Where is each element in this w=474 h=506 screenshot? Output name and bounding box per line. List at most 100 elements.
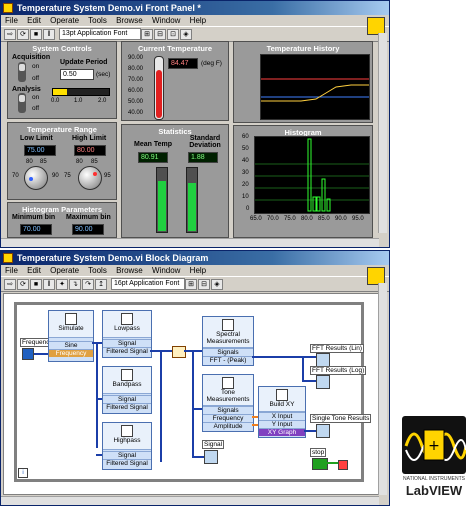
bd-pause-icon[interactable]: ‖ [43,279,55,290]
buildxy-title: Build XY [269,401,295,408]
bd-menu-browse[interactable]: Browse [116,266,143,275]
font-select[interactable]: 13pt Application Font [59,28,141,40]
distribute-icon[interactable]: ⊟ [154,29,166,40]
low-limit-knob[interactable] [24,166,48,190]
step-over-icon[interactable]: ↷ [82,279,94,290]
histogram-plot[interactable] [254,136,370,214]
block-diagram-horizontal-scrollbar[interactable] [1,496,379,505]
diagram-canvas[interactable]: Frequency Simulate Sine Frequency Lowpas… [3,293,379,495]
hist-ytick-20: 20 [242,182,249,188]
block-diagram-window: Temperature System Demo.vi Block Diagram… [0,250,390,506]
menu-browse[interactable]: Browse [116,16,143,25]
thermo-tick-40: 40.00 [128,110,144,116]
hist-ytick-50: 50 [242,146,249,152]
hist-xtick-65: 65.0 [250,216,262,222]
update-slider[interactable] [52,88,110,96]
acquisition-toggle[interactable] [18,62,26,82]
loop-condition-icon[interactable] [338,460,348,470]
bd-menu-tools[interactable]: Tools [88,266,107,275]
bd-abort-icon[interactable]: ■ [30,279,42,290]
hist-xtick-95: 95.0 [352,216,364,222]
highlight-execution-icon[interactable]: ✦ [56,279,68,290]
mean-temp-gauge-fill [158,181,166,231]
block-diagram-vertical-scrollbar[interactable] [378,283,387,495]
bd-reorder-icon[interactable]: ◈ [211,279,223,290]
fft-log-graph-icon[interactable] [316,375,330,389]
highpass-filter-vi[interactable]: Highpass Signal Filtered Signal [102,422,152,470]
pause-icon[interactable]: ‖ [43,29,55,40]
high-limit-input[interactable]: 80.00 [74,145,106,156]
low-limit-input[interactable]: 75.00 [24,145,56,156]
signal-graph-icon[interactable] [204,450,218,464]
hist-ytick-10: 10 [242,194,249,200]
resize-icon[interactable]: ⊡ [167,29,179,40]
svg-text:+: + [428,438,440,454]
single-tone-graph-icon[interactable] [316,424,330,438]
bd-run-arrow-icon[interactable]: ⇨ [4,279,16,290]
bd-font-select[interactable]: 16pt Application Font [111,278,185,290]
thermo-tick-70: 70.00 [128,77,144,83]
front-panel-horizontal-scrollbar[interactable] [1,238,379,247]
hist-ytick-40: 40 [242,158,249,164]
simulate-express-vi[interactable]: Simulate Sine Frequency [48,310,94,362]
run-arrow-icon[interactable]: ⇨ [4,29,16,40]
highpass-icon [121,425,133,437]
tone-measurements-vi[interactable]: Tone Measurements Signals Frequency Ampl… [202,374,254,432]
reorder-icon[interactable]: ◈ [180,29,192,40]
minimum-bin-input[interactable]: 70.00 [20,224,52,235]
bd-distribute-icon[interactable]: ⊟ [198,279,210,290]
labview-waveform-icon: + [404,429,468,461]
simulate-title: Simulate [58,325,84,332]
bd-menu-file[interactable]: File [5,266,18,275]
wire-stop [326,462,338,464]
wire-fft-out [252,356,316,358]
align-icon[interactable]: ⊞ [141,29,153,40]
frequency-control-icon[interactable] [22,348,34,360]
wire-frequency [34,353,48,355]
analysis-off-label: off [32,105,40,112]
lowpass-filter-vi[interactable]: Lowpass Signal Filtered Signal [102,310,152,358]
bd-menu-window[interactable]: Window [152,266,180,275]
update-unit-label: (sec) [96,71,111,78]
bandpass-filter-vi[interactable]: Bandpass Signal Filtered Signal [102,366,152,414]
labview-vi-icon [3,3,13,13]
thermo-tick-50: 50.00 [128,99,144,105]
menu-file[interactable]: File [5,16,18,25]
high-limit-knob[interactable] [78,166,102,190]
wire-to-tone [192,350,194,410]
run-continuous-icon[interactable]: ⟳ [17,29,29,40]
menu-window[interactable]: Window [152,16,180,25]
bd-align-icon[interactable]: ⊞ [185,279,197,290]
menu-operate[interactable]: Operate [50,16,79,25]
update-period-input[interactable]: 0.50 [60,69,94,80]
wire-fft-split [302,356,304,382]
front-panel-titlebar[interactable]: Temperature System Demo.vi Front Panel * [1,1,389,15]
bd-menu-help[interactable]: Help [190,266,206,275]
menu-tools[interactable]: Tools [88,16,107,25]
fft-lin-graph-icon[interactable] [316,353,330,367]
stop-button-terminal[interactable] [312,458,328,470]
step-out-icon[interactable]: ↥ [95,279,107,290]
front-panel-vertical-scrollbar[interactable] [378,33,387,233]
bd-menu-edit[interactable]: Edit [27,266,41,275]
histogram-parameters-title: Histogram Parameters [21,205,103,214]
lowpass-filtered-row: Filtered Signal [103,347,151,355]
temperature-history-plot[interactable] [260,54,370,120]
bd-run-continuous-icon[interactable]: ⟳ [17,279,29,290]
bd-menu-operate[interactable]: Operate [50,266,79,275]
spectral-measurements-vi[interactable]: Spectral Measurements Signals FFT - (Pea… [202,316,254,366]
hist-xtick-90: 90.0 [335,216,347,222]
menu-edit[interactable]: Edit [27,16,41,25]
block-diagram-titlebar[interactable]: Temperature System Demo.vi Block Diagram [1,251,389,265]
tone-frequency-row: Frequency [203,414,253,422]
merge-signals-node[interactable] [172,346,186,358]
menu-help[interactable]: Help [190,16,206,25]
step-into-icon[interactable]: ↴ [69,279,81,290]
minimum-bin-label: Minimum bin [12,214,56,221]
lowpass-title: Lowpass [114,325,140,332]
mean-temp-label: Mean Temp [134,141,172,148]
build-xy-graph-vi[interactable]: Build XY X Input Y Input XY Graph [258,386,306,438]
maximum-bin-input[interactable]: 90.00 [72,224,104,235]
analysis-toggle[interactable] [18,93,26,113]
abort-icon[interactable]: ■ [30,29,42,40]
